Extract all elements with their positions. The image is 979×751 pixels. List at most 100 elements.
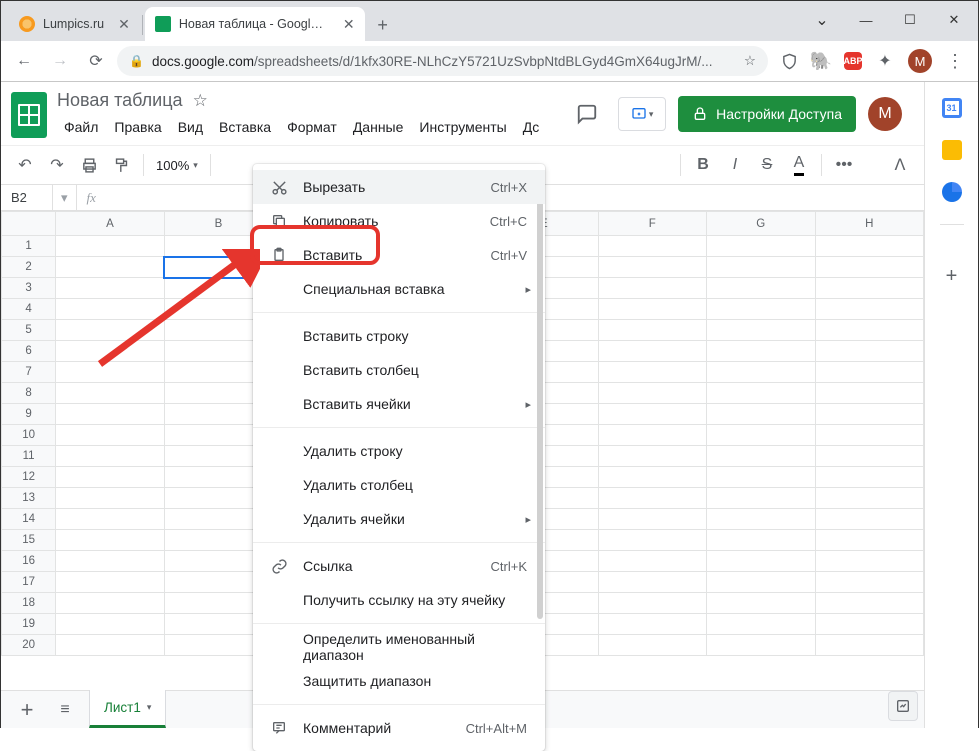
- cell[interactable]: [598, 635, 706, 656]
- bold-button[interactable]: B: [689, 151, 717, 179]
- paint-format-button[interactable]: [107, 151, 135, 179]
- cell[interactable]: [815, 614, 923, 635]
- cell[interactable]: [707, 530, 815, 551]
- strikethrough-button[interactable]: S: [753, 151, 781, 179]
- cell[interactable]: [598, 362, 706, 383]
- profile-avatar[interactable]: М: [908, 49, 932, 73]
- cell[interactable]: [56, 362, 164, 383]
- cell[interactable]: [815, 593, 923, 614]
- keep-icon[interactable]: [942, 140, 962, 160]
- cell[interactable]: [707, 257, 815, 278]
- context-menu-item[interactable]: Защитить диапазон: [253, 664, 545, 698]
- cell[interactable]: [815, 446, 923, 467]
- cell[interactable]: [707, 509, 815, 530]
- cell[interactable]: [598, 320, 706, 341]
- cell[interactable]: [707, 404, 815, 425]
- back-button[interactable]: ←: [9, 46, 39, 76]
- cell[interactable]: [598, 383, 706, 404]
- cell[interactable]: [815, 530, 923, 551]
- cell[interactable]: [598, 614, 706, 635]
- cell[interactable]: [707, 551, 815, 572]
- maximize-button[interactable]: ☐: [888, 5, 932, 35]
- cell[interactable]: [707, 593, 815, 614]
- cell[interactable]: [56, 446, 164, 467]
- menu-item[interactable]: Данные: [346, 115, 411, 139]
- add-sheet-button[interactable]: +: [13, 696, 41, 724]
- cell[interactable]: [56, 509, 164, 530]
- column-header[interactable]: A: [56, 212, 164, 236]
- cell[interactable]: [598, 236, 706, 257]
- cell[interactable]: [707, 362, 815, 383]
- row-header[interactable]: 17: [2, 572, 56, 593]
- cell[interactable]: [598, 257, 706, 278]
- cell[interactable]: [56, 488, 164, 509]
- row-header[interactable]: 10: [2, 425, 56, 446]
- context-menu-item[interactable]: Вставить строку: [253, 319, 545, 353]
- cell[interactable]: [815, 362, 923, 383]
- close-window-button[interactable]: ✕: [932, 5, 976, 35]
- cell[interactable]: [815, 383, 923, 404]
- cell[interactable]: [56, 404, 164, 425]
- cell[interactable]: [598, 593, 706, 614]
- sheet-tab-menu-icon[interactable]: ▾: [147, 702, 152, 713]
- comments-button[interactable]: [568, 97, 606, 131]
- cell[interactable]: [56, 320, 164, 341]
- cell[interactable]: [815, 341, 923, 362]
- cell[interactable]: [815, 467, 923, 488]
- context-menu-item[interactable]: Вставить ячейки: [253, 387, 545, 421]
- row-header[interactable]: 12: [2, 467, 56, 488]
- row-header[interactable]: 20: [2, 635, 56, 656]
- zoom-selector[interactable]: 100%▾: [152, 158, 202, 173]
- cell[interactable]: [56, 341, 164, 362]
- cell[interactable]: [707, 572, 815, 593]
- cell[interactable]: [707, 341, 815, 362]
- context-menu-item[interactable]: ВставитьCtrl+V: [253, 238, 545, 272]
- tasks-icon[interactable]: [942, 182, 962, 202]
- cell[interactable]: [56, 467, 164, 488]
- doc-title[interactable]: Новая таблица: [57, 90, 183, 111]
- evernote-icon[interactable]: 🐘: [812, 52, 830, 70]
- row-header[interactable]: 6: [2, 341, 56, 362]
- collapse-toolbar-icon[interactable]: ᐱ: [886, 151, 914, 179]
- new-tab-button[interactable]: +: [369, 11, 397, 39]
- cell[interactable]: [815, 236, 923, 257]
- cell[interactable]: [707, 635, 815, 656]
- row-header[interactable]: 2: [2, 257, 56, 278]
- menu-item[interactable]: Файл: [57, 115, 105, 139]
- cell-ref-dropdown-icon[interactable]: ▾: [53, 185, 77, 210]
- sheet-tab[interactable]: Лист1 ▾: [89, 690, 166, 728]
- cell[interactable]: [56, 593, 164, 614]
- forward-button[interactable]: →: [45, 46, 75, 76]
- close-tab-icon[interactable]: ✕: [343, 16, 355, 33]
- extensions-icon[interactable]: ✦: [876, 52, 894, 70]
- row-header[interactable]: 3: [2, 278, 56, 299]
- row-header[interactable]: 13: [2, 488, 56, 509]
- cell[interactable]: [707, 320, 815, 341]
- chevron-down-icon[interactable]: ⌄: [800, 5, 844, 35]
- browser-tab-active[interactable]: Новая таблица - Google Таблиц ✕: [145, 7, 365, 41]
- redo-button[interactable]: ↷: [43, 151, 71, 179]
- cell[interactable]: [707, 236, 815, 257]
- cell[interactable]: [56, 278, 164, 299]
- cell[interactable]: [56, 635, 164, 656]
- sheets-logo-icon[interactable]: [11, 92, 47, 138]
- shield-icon[interactable]: [780, 52, 798, 70]
- cell[interactable]: [815, 299, 923, 320]
- row-header[interactable]: 11: [2, 446, 56, 467]
- menu-item[interactable]: Инструменты: [412, 115, 513, 139]
- row-header[interactable]: 9: [2, 404, 56, 425]
- cell[interactable]: [56, 383, 164, 404]
- cell[interactable]: [707, 467, 815, 488]
- cell[interactable]: [598, 278, 706, 299]
- cell[interactable]: [598, 425, 706, 446]
- cell[interactable]: [707, 383, 815, 404]
- account-avatar[interactable]: М: [868, 97, 902, 131]
- cell[interactable]: [598, 341, 706, 362]
- context-menu-item[interactable]: Получить ссылку на эту ячейку: [253, 583, 545, 617]
- cell[interactable]: [815, 635, 923, 656]
- row-header[interactable]: 5: [2, 320, 56, 341]
- context-menu-item[interactable]: Специальная вставка: [253, 272, 545, 306]
- menu-item[interactable]: Формат: [280, 115, 344, 139]
- column-header[interactable]: G: [707, 212, 815, 236]
- cell[interactable]: [815, 572, 923, 593]
